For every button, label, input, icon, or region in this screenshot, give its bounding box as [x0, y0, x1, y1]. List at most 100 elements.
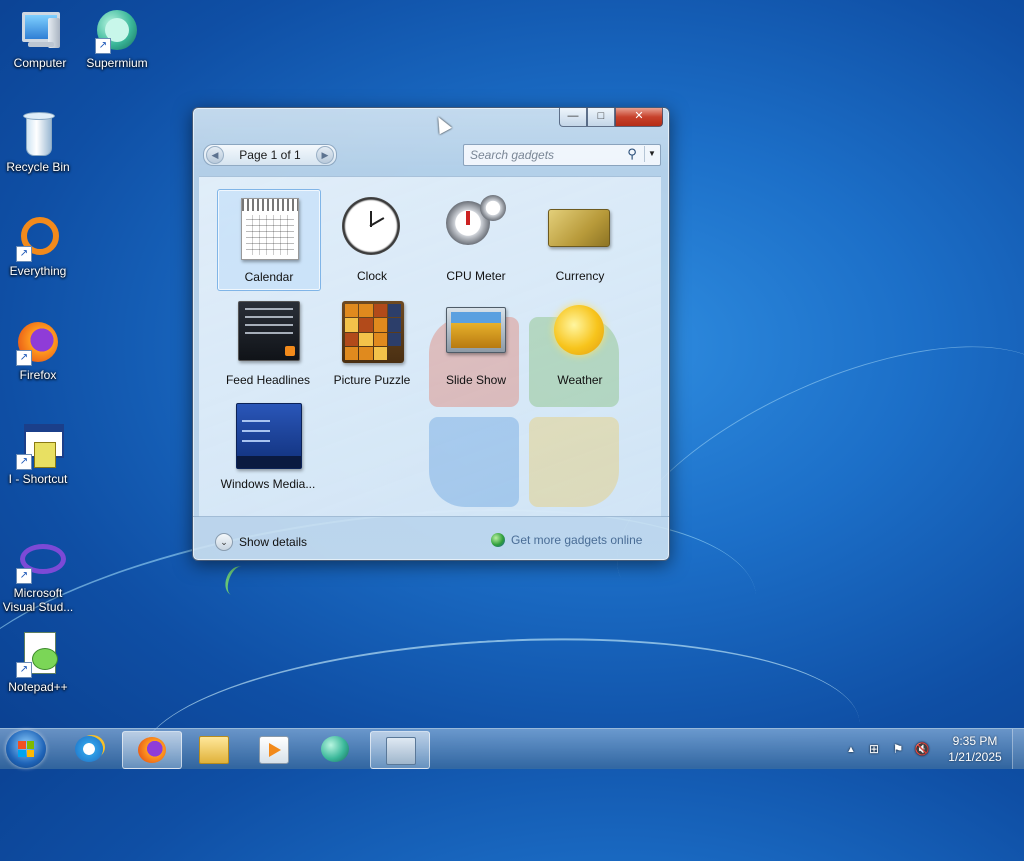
- gadget-name: Currency: [555, 269, 605, 283]
- action-center-flag-icon[interactable]: ⚑: [890, 741, 906, 757]
- desktop-icon-label: Microsoft Visual Stud...: [2, 586, 74, 614]
- desktop-icon-i-shortcut[interactable]: ↗ I - Shortcut: [0, 422, 76, 486]
- windows-logo-icon: [18, 741, 34, 757]
- everything-search-icon: ↗: [14, 214, 62, 262]
- taskbar-internet-explorer[interactable]: [60, 731, 118, 767]
- clock-time: 9:35 PM: [952, 734, 998, 748]
- gadget-name: CPU Meter: [446, 269, 506, 283]
- gadget-cpu-meter[interactable]: CPU Meter: [425, 189, 527, 289]
- start-button[interactable]: [6, 730, 46, 768]
- get-more-gadgets-link[interactable]: Get more gadgets online: [491, 533, 642, 547]
- gadget-currency[interactable]: Currency: [529, 189, 631, 289]
- picture-puzzle-icon: [340, 299, 404, 363]
- gadget-windows-media-center[interactable]: Windows Media...: [217, 397, 319, 497]
- gadget-name: Slide Show: [445, 373, 507, 387]
- gadget-picture-puzzle[interactable]: Picture Puzzle: [321, 293, 423, 393]
- search-dropdown-icon[interactable]: ▼: [644, 146, 659, 162]
- cpu-meter-icon: [444, 195, 508, 259]
- gadget-name: Windows Media...: [220, 477, 316, 491]
- gadget-clock[interactable]: Clock: [321, 189, 423, 289]
- caption-buttons: — □ ✕: [559, 108, 663, 127]
- page-navigator: ◀ Page 1 of 1 ▶: [203, 144, 337, 166]
- taskbar-file-explorer[interactable]: [184, 731, 242, 767]
- currency-icon: [548, 195, 612, 259]
- desktop-icon-label: Supermium: [86, 56, 148, 70]
- supermium-icon: ↗: [93, 6, 141, 54]
- desktop-icon-firefox[interactable]: ↗ Firefox: [0, 318, 76, 382]
- show-desktop-button[interactable]: [1012, 729, 1024, 769]
- desktop-icon-visual-studio[interactable]: ↗ Microsoft Visual Stud...: [0, 536, 76, 614]
- taskbar-supermium[interactable]: [306, 731, 364, 767]
- show-details-toggle[interactable]: ⌄ Show details: [215, 533, 307, 551]
- shortcut-arrow-icon: ↗: [16, 454, 32, 470]
- gadget-name: Clock: [356, 269, 387, 283]
- desktop-icon-label: Notepad++: [8, 680, 68, 694]
- computer-icon: [16, 6, 64, 54]
- show-hidden-icons-icon[interactable]: ▲: [843, 741, 859, 757]
- shortcut-arrow-icon: ↗: [16, 350, 32, 366]
- desktop-icon-supermium[interactable]: ↗ Supermium: [79, 6, 155, 70]
- volume-muted-icon[interactable]: 🔇: [914, 741, 930, 757]
- get-more-gadgets-label: Get more gadgets online: [511, 533, 643, 547]
- gadget-name: Picture Puzzle: [333, 373, 411, 387]
- gadget-window-footer: ⌄ Show details Get more gadgets online: [193, 516, 669, 560]
- gadget-slide-show[interactable]: Slide Show: [425, 293, 527, 393]
- chevron-down-icon: ⌄: [215, 533, 233, 551]
- next-page-icon[interactable]: ▶: [316, 146, 334, 164]
- slide-show-icon: [444, 299, 508, 363]
- shortcut-arrow-icon: ↗: [16, 662, 32, 678]
- gadget-feed-headlines[interactable]: Feed Headlines: [217, 293, 319, 393]
- windows-media-center-icon: [236, 403, 302, 469]
- gadget-weather[interactable]: Weather: [529, 293, 631, 393]
- desktop-icon-computer[interactable]: Computer: [2, 6, 78, 70]
- desktop-icon-label: I - Shortcut: [8, 472, 68, 486]
- media-player-icon: [259, 736, 289, 764]
- search-icon[interactable]: ⚲: [624, 146, 640, 162]
- firefox-icon: [138, 737, 166, 763]
- desktop-icon-label: Recycle Bin: [6, 160, 70, 174]
- globe-icon: [491, 533, 505, 547]
- taskbar-firefox[interactable]: [122, 731, 182, 769]
- gadget-list-area: Calendar Clock CPU Meter Currency Feed H…: [199, 176, 661, 517]
- folder-icon: [199, 736, 229, 764]
- gadgets-icon: [386, 737, 416, 765]
- wallpaper-leaf: [221, 563, 252, 599]
- desktop-icon-label: Firefox: [19, 368, 57, 382]
- network-icon[interactable]: ⊞: [866, 741, 882, 757]
- desktop-icon-label: Everything: [9, 264, 67, 278]
- gadget-name: Weather: [557, 373, 603, 387]
- calendar-icon: [237, 196, 301, 260]
- gadget-calendar[interactable]: Calendar: [217, 189, 321, 291]
- search-box: ⚲ ▼: [463, 144, 661, 166]
- shortcut-arrow-icon: ↗: [16, 568, 32, 584]
- desktop-icon-notepad-plus-plus[interactable]: ↗ Notepad++: [0, 630, 76, 694]
- desktop-icon-label: Computer: [13, 56, 67, 70]
- search-input[interactable]: [468, 146, 622, 164]
- gadget-gallery-window[interactable]: — □ ✕ ◀ Page 1 of 1 ▶ ⚲ ▼ Calendar Clock…: [192, 107, 670, 561]
- notepad-plus-plus-icon: ↗: [14, 630, 62, 678]
- clock-icon: [340, 195, 404, 259]
- taskbar: ▲ ⊞ ⚑ 🔇 9:35 PM 1/21/2025: [0, 728, 1024, 769]
- gadget-name: Feed Headlines: [225, 373, 311, 387]
- minimize-button[interactable]: —: [559, 108, 587, 127]
- feed-headlines-icon: [236, 299, 300, 363]
- system-clock[interactable]: 9:35 PM 1/21/2025: [930, 733, 1020, 765]
- internet-explorer-icon: [75, 736, 103, 762]
- program-window-icon: ↗: [14, 422, 64, 470]
- desktop-icon-everything[interactable]: ↗ Everything: [0, 214, 76, 278]
- shortcut-arrow-icon: ↗: [16, 246, 32, 262]
- maximize-button[interactable]: □: [587, 108, 615, 127]
- supermium-icon: [321, 736, 349, 762]
- shortcut-arrow-icon: ↗: [95, 38, 111, 54]
- close-button[interactable]: ✕: [615, 108, 663, 127]
- gadget-name: Calendar: [244, 270, 294, 284]
- clock-date: 1/21/2025: [948, 750, 1002, 764]
- show-details-label: Show details: [239, 535, 308, 549]
- taskbar-media-player[interactable]: [244, 731, 302, 767]
- weather-sun-icon: [548, 299, 612, 363]
- recycle-bin-icon: [14, 110, 62, 158]
- taskbar-desktop-gadgets[interactable]: [370, 731, 430, 769]
- desktop-icon-recycle-bin[interactable]: Recycle Bin: [0, 110, 76, 174]
- visual-studio-icon: ↗: [14, 536, 66, 584]
- firefox-icon: ↗: [14, 318, 62, 366]
